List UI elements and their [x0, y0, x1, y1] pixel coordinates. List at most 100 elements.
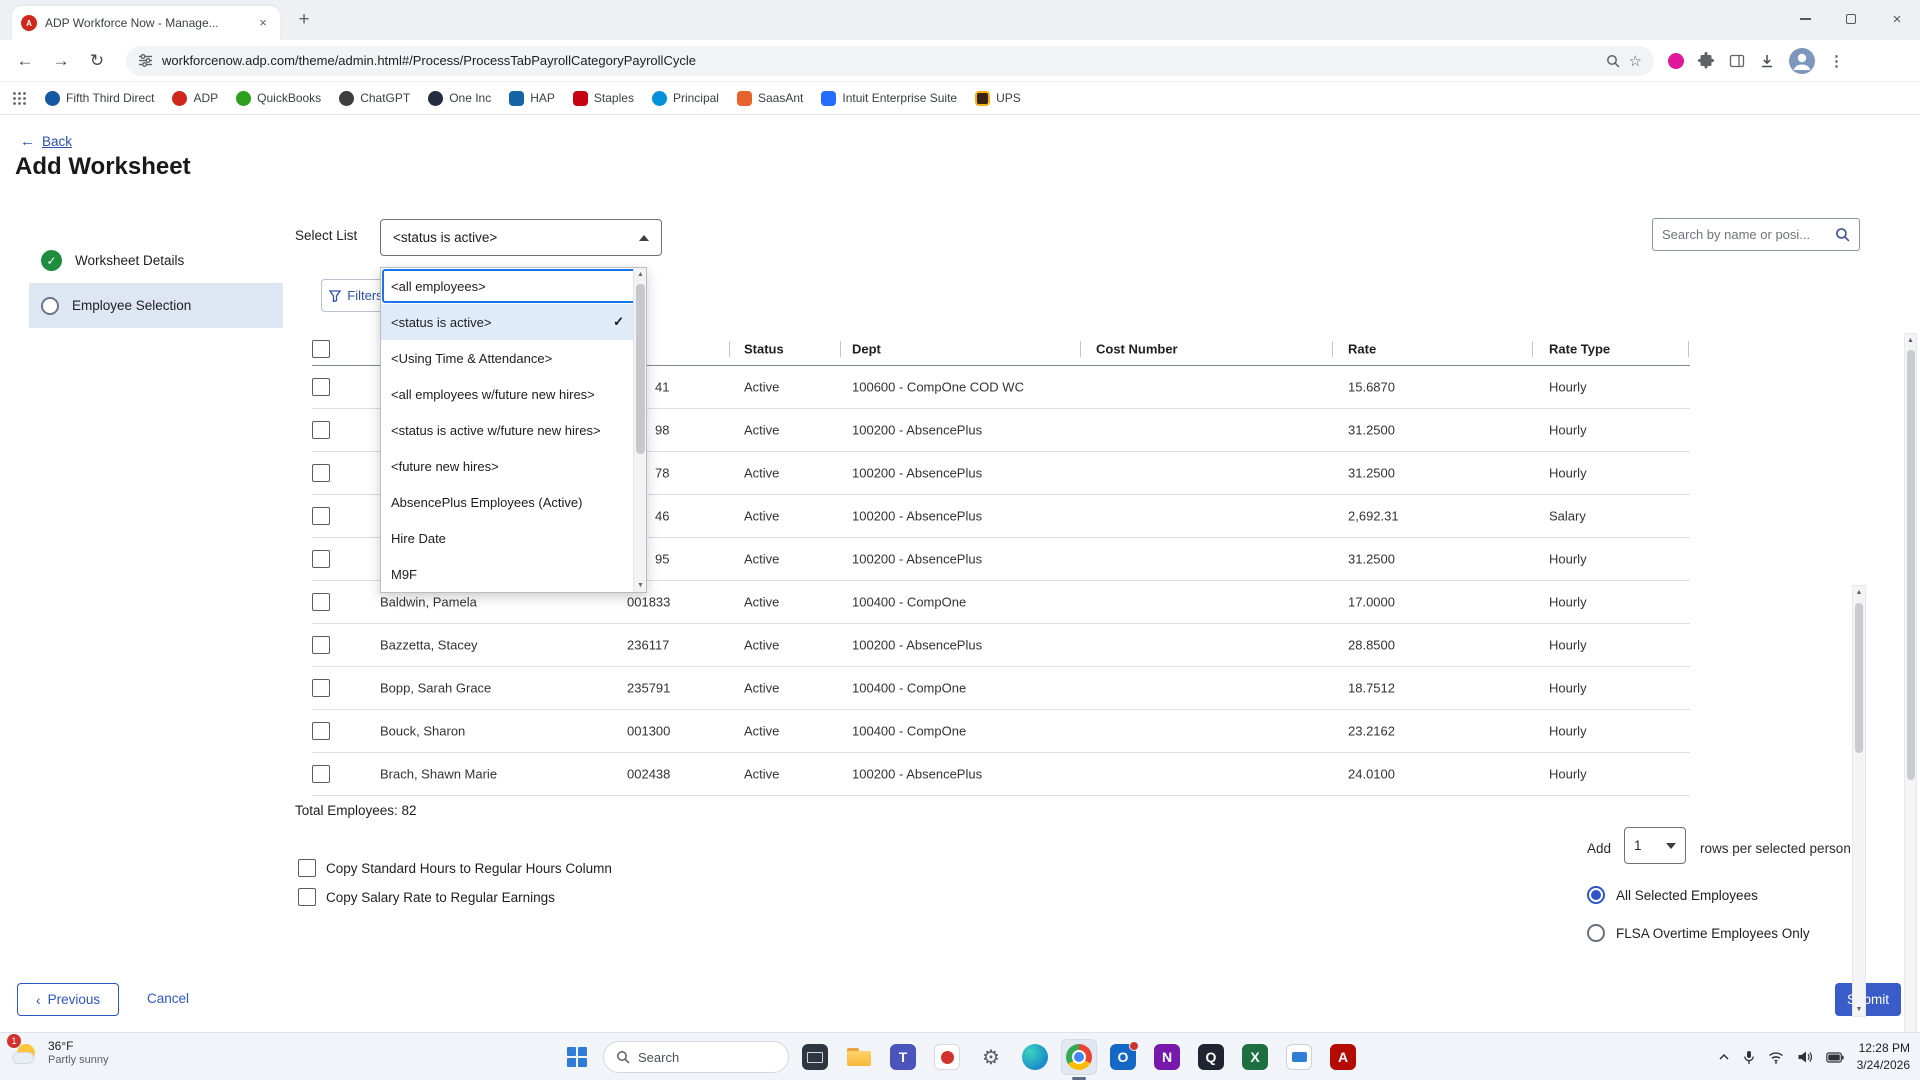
radio-all-selected-employees[interactable]: All Selected Employees [1587, 886, 1758, 904]
volume-icon[interactable] [1797, 1050, 1813, 1064]
bookmark-adp[interactable]: ADP [172, 91, 218, 106]
select-list-dropdown[interactable]: <status is active> [380, 219, 662, 256]
scroll-up-icon[interactable]: ▲ [1905, 337, 1916, 344]
tray-chevron-up-icon[interactable] [1718, 1053, 1730, 1061]
header-dept[interactable]: Dept [852, 341, 881, 356]
back-icon[interactable]: ← [10, 46, 40, 76]
row-checkbox[interactable] [312, 378, 330, 396]
table-row[interactable]: Brach, Shawn Marie 002438 Active 100200 … [312, 753, 1690, 796]
address-bar[interactable]: workforcenow.adp.com/theme/admin.html#/P… [126, 46, 1654, 76]
header-rate-type[interactable]: Rate Type [1549, 341, 1610, 356]
scroll-up-icon[interactable]: ▲ [634, 271, 647, 278]
table-row[interactable]: Bouck, Sharon 001300 Active 100400 - Com… [312, 710, 1690, 753]
step-employee-selection[interactable]: Employee Selection [29, 283, 283, 328]
battery-icon[interactable] [1826, 1052, 1844, 1063]
bookmark-intuit[interactable]: Intuit Enterprise Suite [821, 91, 957, 106]
settings-gear-icon[interactable] [973, 1039, 1009, 1075]
onenote-icon[interactable] [1149, 1039, 1185, 1075]
file-explorer-icon[interactable] [841, 1039, 877, 1075]
bookmark-hap[interactable]: HAP [509, 91, 555, 106]
edge-icon[interactable] [1017, 1039, 1053, 1075]
menu-option-status-active-future-hires[interactable]: <status is active w/future new hires> [381, 412, 646, 448]
table-scrollbar[interactable]: ▲ ▼ [1852, 585, 1866, 1017]
profile-avatar[interactable] [1789, 48, 1815, 74]
menu-kebab-icon[interactable] [1829, 52, 1844, 70]
row-checkbox[interactable] [312, 593, 330, 611]
window-close-icon[interactable] [1874, 0, 1920, 38]
chrome-icon[interactable] [1061, 1039, 1097, 1075]
browser-tab[interactable]: ADP Workforce Now - Manage... [12, 6, 280, 40]
radio-selected-icon[interactable] [1587, 886, 1605, 904]
q-app-icon[interactable] [1193, 1039, 1229, 1075]
scroll-up-icon[interactable]: ▲ [1853, 589, 1865, 596]
row-checkbox[interactable] [312, 550, 330, 568]
menu-option-m9f[interactable]: M9F [381, 556, 646, 592]
add-rows-count-select[interactable]: 1 [1624, 827, 1686, 864]
site-info-icon[interactable] [138, 53, 153, 68]
pinned-extension-icon[interactable] [1668, 53, 1684, 69]
submit-button[interactable]: Submit [1835, 983, 1901, 1016]
radio-unselected-icon[interactable] [1587, 924, 1605, 942]
menu-option-absenceplus-active[interactable]: AbsencePlus Employees (Active) [381, 484, 646, 520]
remote-desktop-icon[interactable] [1281, 1039, 1317, 1075]
scroll-down-icon[interactable]: ▼ [1853, 1006, 1865, 1013]
extensions-puzzle-icon[interactable] [1698, 52, 1715, 69]
page-scrollbar[interactable]: ▲ ▼ [1904, 333, 1917, 1063]
row-checkbox[interactable] [312, 507, 330, 525]
bookmark-chatgpt[interactable]: ChatGPT [339, 91, 410, 106]
row-checkbox[interactable] [312, 679, 330, 697]
teams-icon[interactable] [885, 1039, 921, 1075]
scrollbar-thumb[interactable] [1855, 603, 1863, 753]
row-checkbox[interactable] [312, 421, 330, 439]
microphone-icon[interactable] [1743, 1050, 1755, 1065]
acrobat-icon[interactable] [1325, 1039, 1361, 1075]
bookmark-one-inc[interactable]: One Inc [428, 91, 491, 106]
start-button[interactable] [559, 1039, 595, 1075]
minimize-icon[interactable] [1782, 0, 1828, 38]
menu-option-hire-date[interactable]: Hire Date [381, 520, 646, 556]
row-checkbox[interactable] [312, 464, 330, 482]
row-checkbox[interactable] [312, 636, 330, 654]
header-status[interactable]: Status [744, 341, 784, 356]
menu-scrollbar[interactable]: ▲ ▼ [633, 268, 646, 592]
outlook-icon[interactable] [1105, 1039, 1141, 1075]
scroll-down-icon[interactable]: ▼ [634, 582, 647, 589]
bookmark-ups[interactable]: UPS [975, 91, 1021, 106]
taskbar-search[interactable]: Search [603, 1041, 789, 1073]
bookmark-saasant[interactable]: SaasAnt [737, 91, 803, 106]
row-checkbox[interactable] [312, 765, 330, 783]
copy-standard-hours-checkbox[interactable] [298, 859, 316, 877]
maximize-icon[interactable] [1828, 0, 1874, 38]
app-window-icon[interactable] [797, 1039, 833, 1075]
wifi-icon[interactable] [1768, 1051, 1784, 1064]
apps-grid-icon[interactable] [12, 91, 27, 106]
media-player-icon[interactable] [929, 1039, 965, 1075]
copy-salary-rate-checkbox[interactable] [298, 888, 316, 906]
copy-standard-hours-option[interactable]: Copy Standard Hours to Regular Hours Col… [298, 859, 612, 877]
zoom-icon[interactable] [1606, 54, 1620, 68]
select-all-checkbox[interactable] [312, 340, 330, 358]
cancel-button[interactable]: Cancel [147, 991, 189, 1006]
header-cost-number[interactable]: Cost Number [1096, 341, 1178, 356]
row-checkbox[interactable] [312, 722, 330, 740]
menu-option-all-employees-future-hires[interactable]: <all employees w/future new hires> [381, 376, 646, 412]
bookmark-star-icon[interactable] [1629, 52, 1642, 70]
table-row[interactable]: Bazzetta, Stacey 236117 Active 100200 - … [312, 624, 1690, 667]
bookmark-quickbooks[interactable]: QuickBooks [236, 91, 321, 106]
radio-flsa-overtime-only[interactable]: FLSA Overtime Employees Only [1587, 924, 1810, 942]
menu-option-using-time-attendance[interactable]: <Using Time & Attendance> [381, 340, 646, 376]
menu-option-all-employees[interactable]: <all employees> [381, 268, 646, 304]
new-tab-button[interactable] [290, 7, 318, 35]
copy-salary-rate-option[interactable]: Copy Salary Rate to Regular Earnings [298, 888, 555, 906]
bookmark-staples[interactable]: Staples [573, 91, 634, 106]
search-input[interactable] [1662, 227, 1829, 242]
tab-close-icon[interactable] [255, 15, 271, 31]
scrollbar-thumb[interactable] [1907, 350, 1915, 780]
menu-option-status-is-active[interactable]: <status is active> [381, 304, 646, 340]
reload-icon[interactable]: ↻ [82, 46, 112, 76]
weather-widget[interactable]: 1 36°F Partly sunny [10, 1038, 109, 1068]
taskbar-clock[interactable]: 12:28 PM 3/24/2026 [1857, 1040, 1910, 1074]
forward-icon[interactable]: → [46, 46, 76, 76]
menu-option-future-new-hires[interactable]: <future new hires> [381, 448, 646, 484]
back-link[interactable]: ← Back [20, 133, 72, 150]
